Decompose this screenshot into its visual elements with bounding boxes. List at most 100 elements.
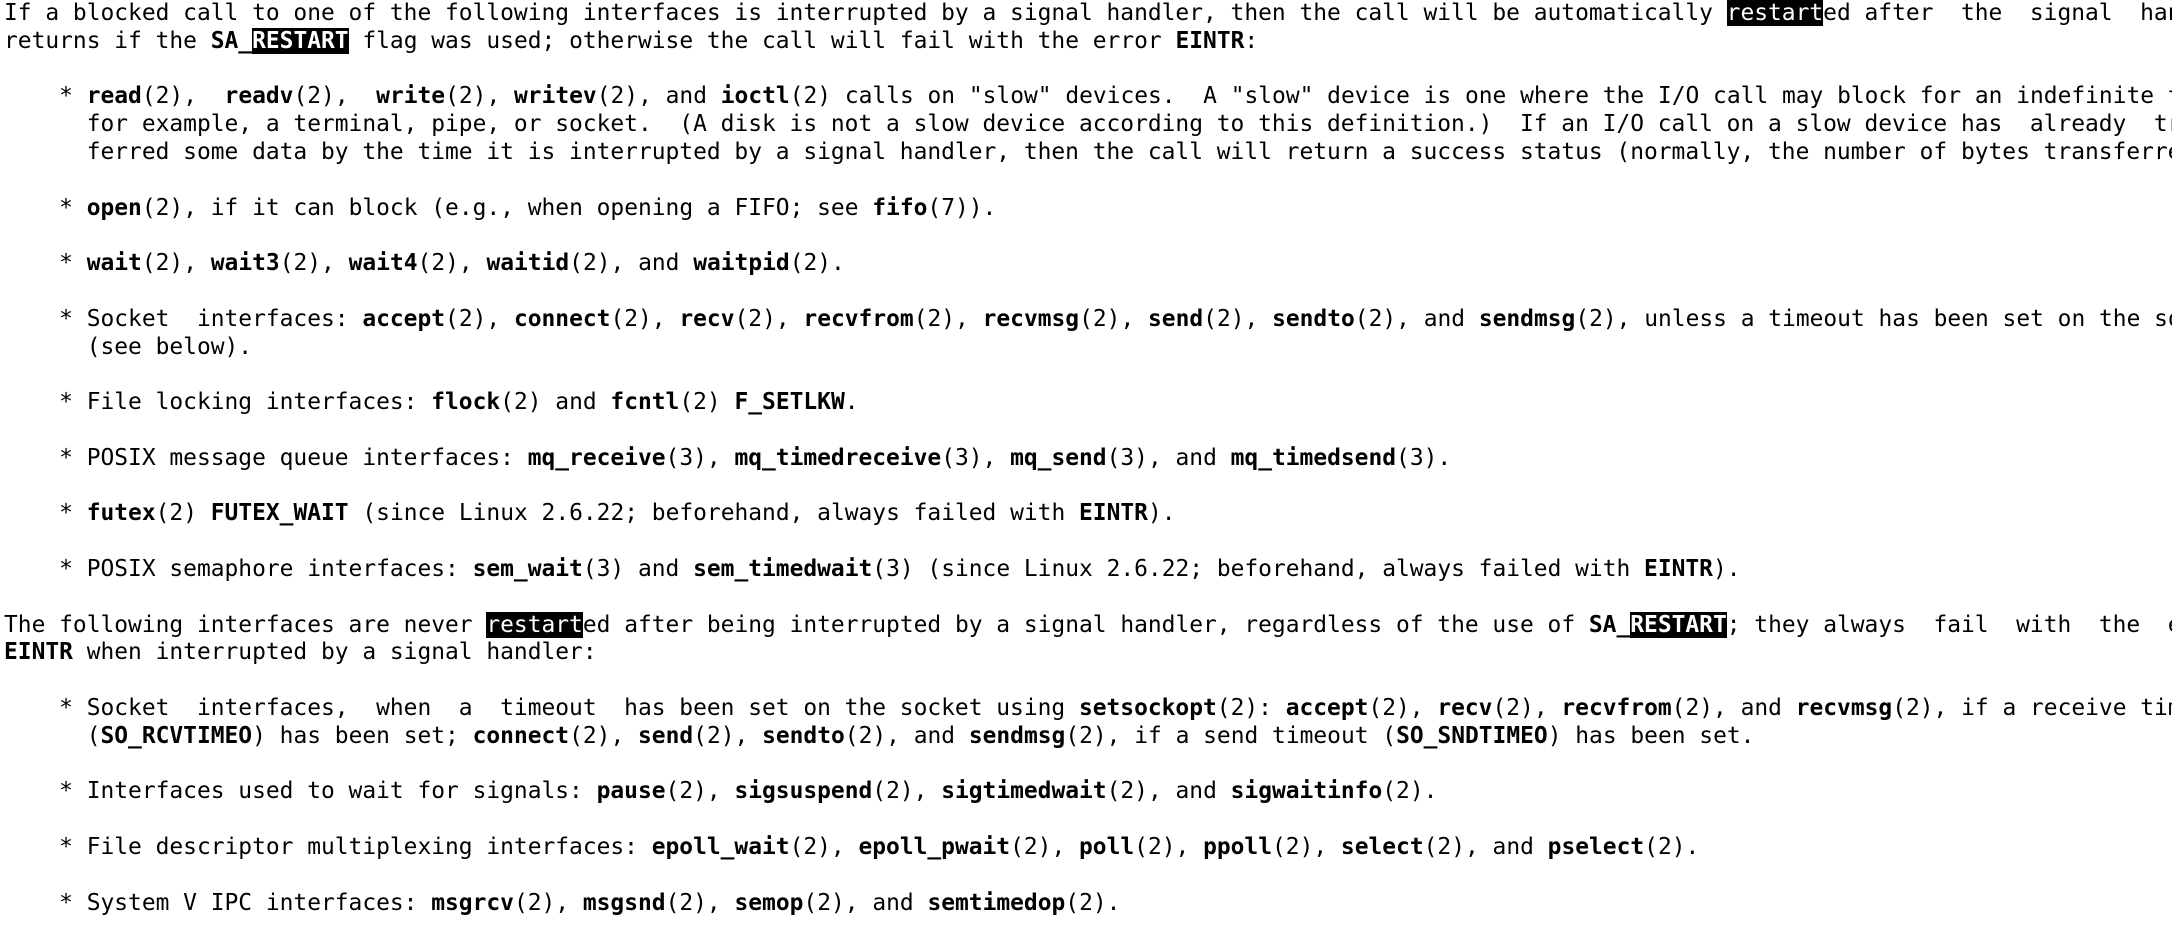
text-segment: (2), and xyxy=(1106,778,1231,805)
bold-term: FUTEX_WAIT xyxy=(210,500,349,527)
bold-term: read xyxy=(86,83,142,110)
bold-term: flock xyxy=(431,389,501,416)
text-segment: ) has been set. xyxy=(1547,722,1755,749)
text-segment: . xyxy=(844,389,859,416)
text-segment: ). xyxy=(1147,500,1176,527)
terminal-line: * wait(2), wait3(2), wait4(2), waitid(2)… xyxy=(4,250,2172,278)
terminal-manpage-view: If a blocked call to one of the followin… xyxy=(0,0,2172,938)
bold-term: readv xyxy=(224,83,294,110)
text-segment: * xyxy=(4,194,87,221)
text-segment: (2), xyxy=(1203,305,1273,332)
text-segment: (2) xyxy=(155,500,211,527)
bold-term: recv xyxy=(1437,694,1493,721)
bold-term: msgrcv xyxy=(431,889,514,916)
text-segment: ) has been set; xyxy=(252,722,473,749)
bold-term: sem_timedwait xyxy=(693,555,873,582)
text-segment: (2) and xyxy=(500,389,611,416)
terminal-line: * open(2), if it can block (e.g., when o… xyxy=(4,195,2172,223)
bold-term: fcntl xyxy=(610,389,680,416)
text-segment: (2), xyxy=(1010,833,1080,860)
text-segment: flag was used; otherwise the call will f… xyxy=(348,27,1176,54)
terminal-line: * File descriptor multiplexing interface… xyxy=(4,834,2172,862)
text-segment: (2), xyxy=(913,305,983,332)
text-segment: (2), xyxy=(1492,694,1562,721)
text-segment: (2). xyxy=(1065,889,1121,916)
text-segment: (3), xyxy=(665,444,735,471)
terminal-line: (SO_RCVTIMEO) has been set; connect (2), … xyxy=(4,723,2172,751)
text-segment: (2), if a send timeout ( xyxy=(1065,722,1397,749)
bold-term: mq_receive xyxy=(527,444,666,471)
text-segment: when interrupted by a signal handler: xyxy=(72,639,597,666)
text-segment: (since Linux 2.6.22; beforehand, always … xyxy=(348,500,1080,527)
text-segment: (2). xyxy=(1644,833,1700,860)
bold-term: SA_ xyxy=(1588,611,1631,638)
bold-term: epoll_wait xyxy=(651,833,790,860)
text-segment: (2), and xyxy=(1671,694,1796,721)
text-segment: * POSIX message queue interfaces: xyxy=(4,444,528,471)
text-segment: (2), xyxy=(1134,833,1204,860)
bold-term: sendmsg xyxy=(1478,305,1576,332)
terminal-line: (see below). xyxy=(4,334,2172,362)
search-match-highlight: restart xyxy=(486,611,583,638)
bold-term: mq_timedsend xyxy=(1230,444,1397,471)
text-segment: for example, a terminal, pipe, or socket… xyxy=(4,111,2172,138)
bold-term: mq_timedreceive xyxy=(734,444,942,471)
text-segment: (2), xyxy=(1368,694,1438,721)
terminal-line: for example, a terminal, pipe, or socket… xyxy=(4,111,2172,139)
terminal-line: * POSIX semaphore interfaces: sem_wait(3… xyxy=(4,556,2172,584)
terminal-line: * POSIX message queue interfaces: mq_rec… xyxy=(4,445,2172,473)
text-segment: (2), xyxy=(141,250,211,277)
bold-term: fifo xyxy=(872,194,928,221)
text-segment: (2), unless a timeout has been set on th… xyxy=(1575,305,2172,332)
text-segment: (7)). xyxy=(927,194,997,221)
bold-term: sigtimedwait xyxy=(941,778,1107,805)
search-match-highlight: restart xyxy=(1726,0,1824,26)
search-match-highlight: RESTART xyxy=(252,27,349,54)
text-segment: * xyxy=(4,500,87,527)
terminal-line: * File locking interfaces: flock(2) and … xyxy=(4,389,2172,417)
text-segment: * File descriptor multiplexing interface… xyxy=(4,833,652,860)
bold-term: semop xyxy=(734,889,804,916)
terminal-line: * System V IPC interfaces: msgrcv(2), ms… xyxy=(4,890,2172,918)
bold-term: recvfrom xyxy=(1561,694,1672,721)
bold-term: connect xyxy=(472,722,570,749)
text-segment: (2), and xyxy=(596,83,721,110)
text-segment: (2). xyxy=(789,250,845,277)
bold-term: sigsuspend xyxy=(734,778,873,805)
bold-term: sendto xyxy=(1272,305,1355,332)
text-segment: (2), xyxy=(445,305,514,332)
bold-term: EINTR xyxy=(1175,27,1245,54)
bold-term: waitid xyxy=(486,250,570,277)
bold-term: waitpid xyxy=(693,250,790,277)
bold-term: accept xyxy=(362,305,446,332)
text-segment: (2), xyxy=(665,778,735,805)
text-segment: (2), xyxy=(872,778,942,805)
terminal-line: ferred some data by the time it is inter… xyxy=(4,139,2172,167)
bold-term: poll xyxy=(1079,833,1135,860)
text-segment: * xyxy=(4,250,87,277)
text-segment: (2), xyxy=(789,833,859,860)
text-segment: (2): xyxy=(1216,694,1286,721)
bold-term: semtimedop xyxy=(927,889,1066,916)
bold-term: write xyxy=(376,83,446,110)
text-segment: (see below). xyxy=(4,333,253,360)
text-segment: (2), xyxy=(1272,833,1341,860)
text-segment: (2), and xyxy=(569,250,694,277)
text-segment: (2), xyxy=(445,83,515,110)
text-segment: (3). xyxy=(1396,444,1452,471)
text-segment: (2), xyxy=(417,250,487,277)
bold-term: recv xyxy=(679,305,735,332)
bold-term: open xyxy=(86,194,142,221)
text-segment: (2), xyxy=(513,889,583,916)
text-segment: (2), xyxy=(141,83,225,110)
bold-term: futex xyxy=(86,500,156,527)
text-segment: (3), xyxy=(941,444,1011,471)
bold-term: wait4 xyxy=(348,250,418,277)
